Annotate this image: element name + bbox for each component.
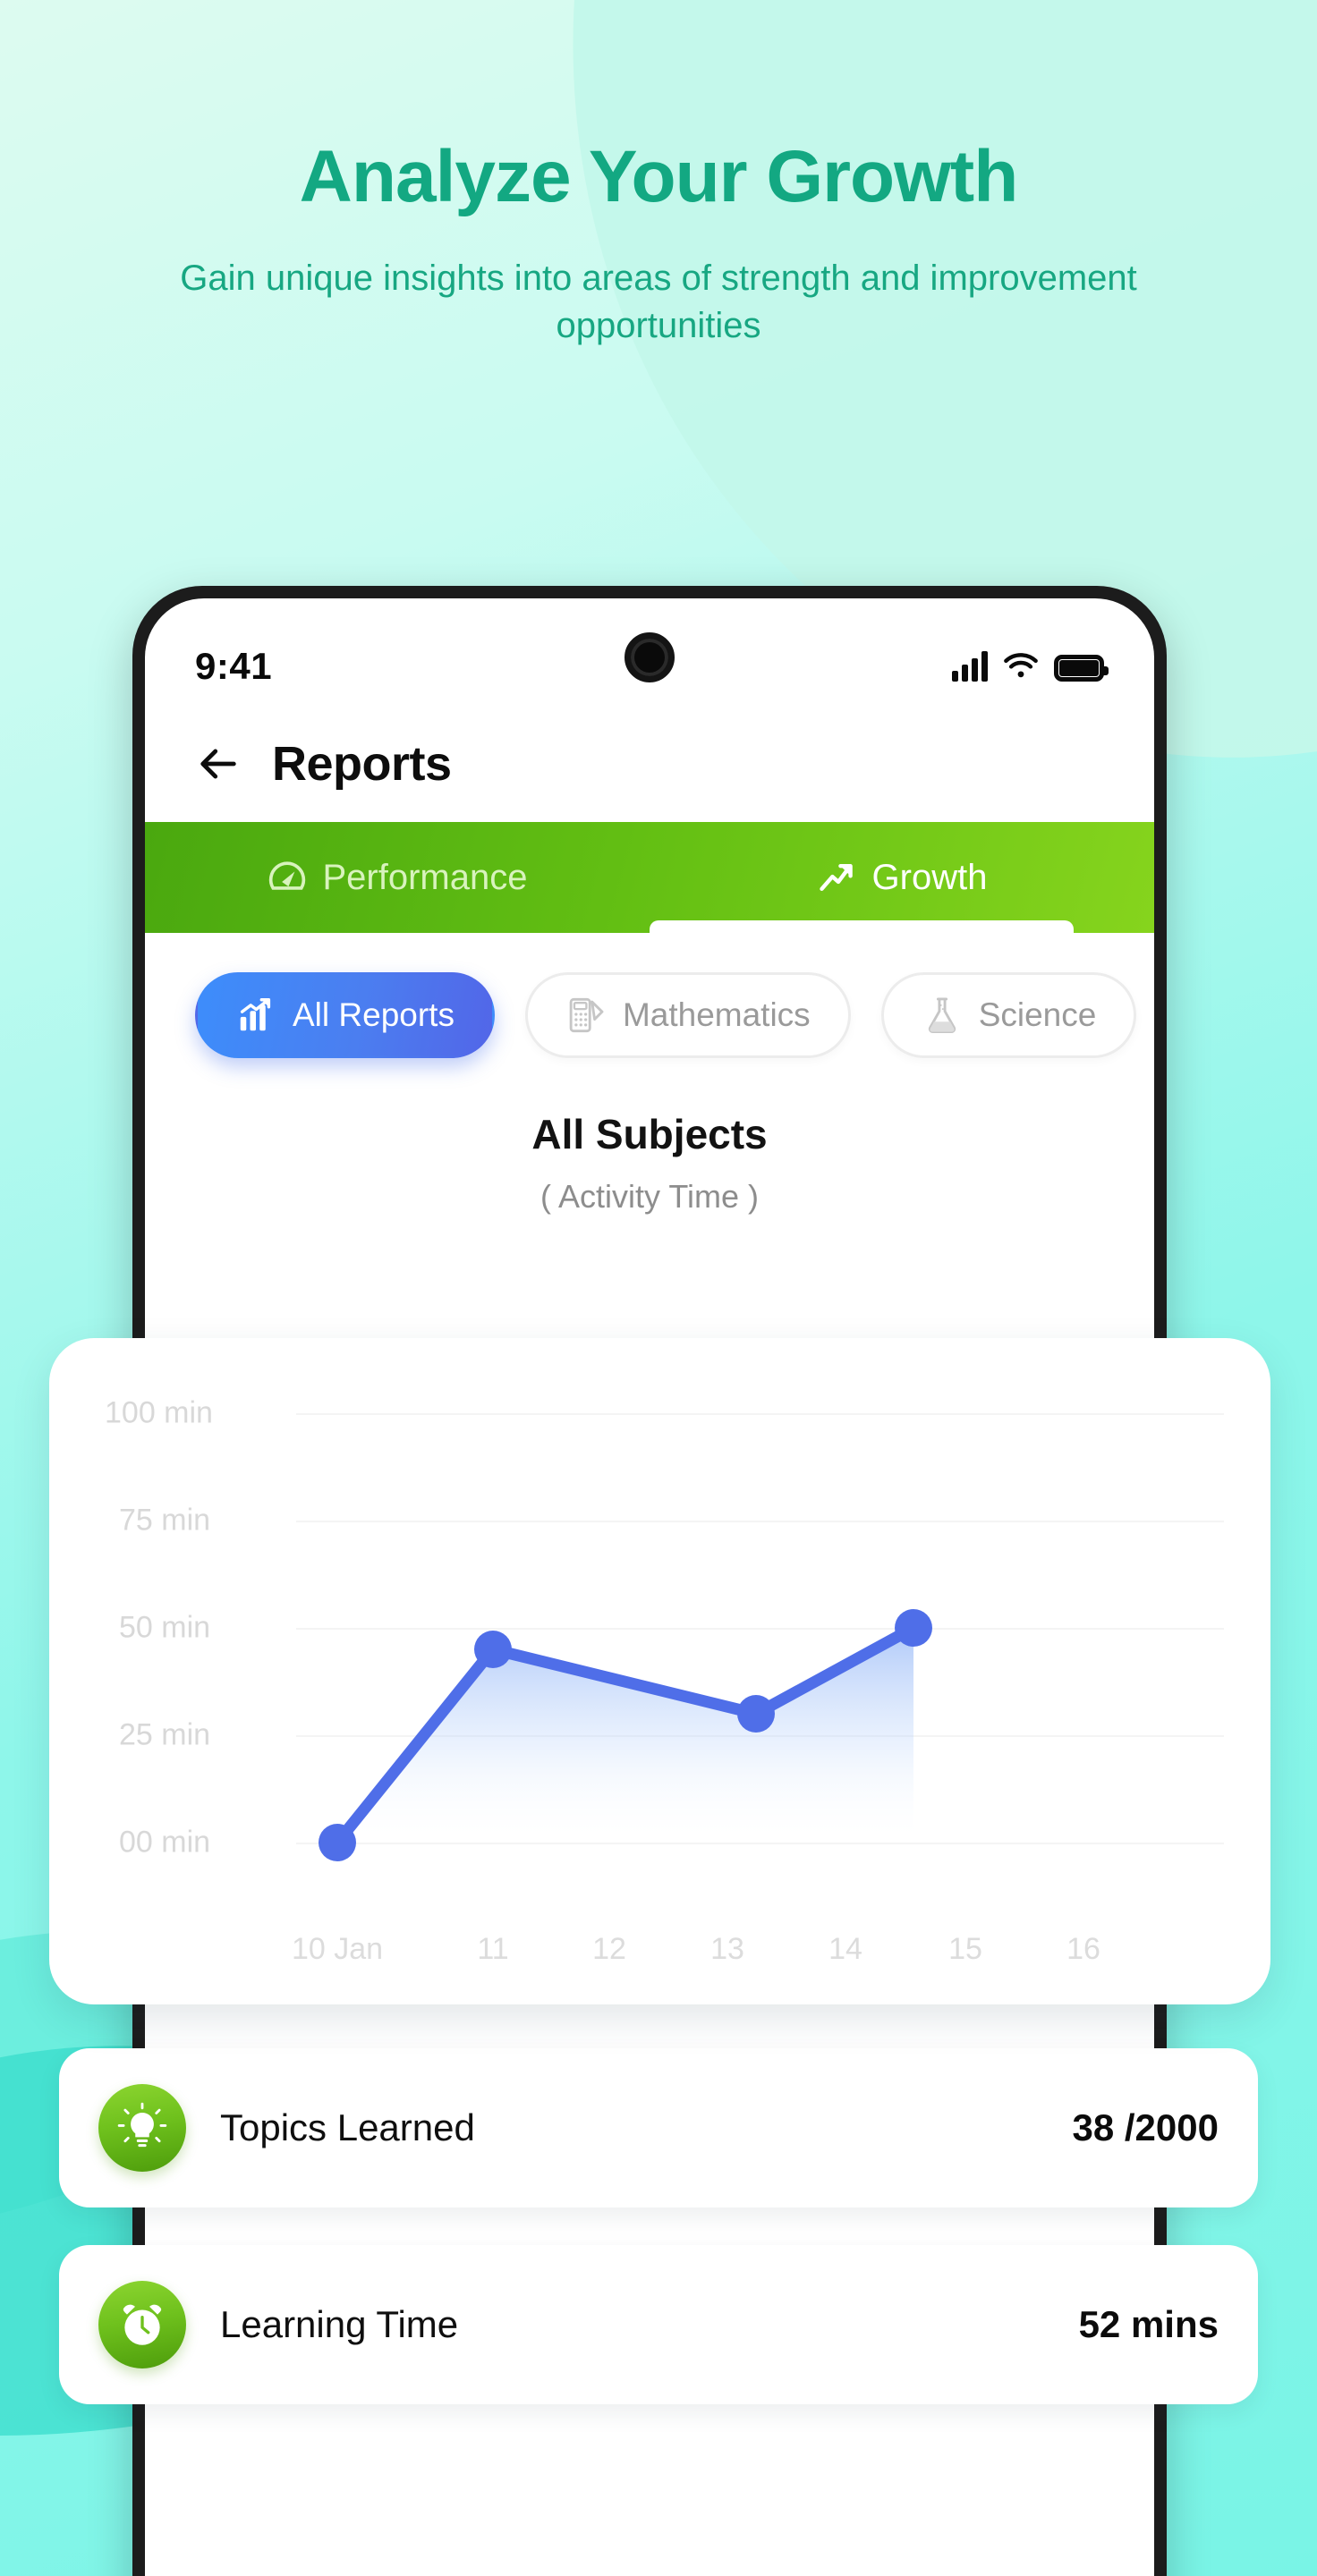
x-axis-label: 11	[477, 1932, 509, 1966]
calculator-icon	[569, 997, 604, 1033]
chart-point	[895, 1609, 932, 1647]
x-axis-label: 14	[828, 1932, 862, 1966]
stat-card-topics-learned[interactable]: Topics Learned 38 /2000	[59, 2048, 1258, 2207]
status-bar: 9:41	[145, 598, 1154, 716]
tab-bar: Performance Growth	[145, 822, 1154, 933]
x-axis-label: 13	[710, 1932, 744, 1966]
lightbulb-icon-badge	[98, 2084, 186, 2172]
page-title: Reports	[272, 737, 452, 791]
x-axis-label: 12	[592, 1932, 626, 1966]
signal-icon	[952, 651, 988, 682]
chart-point	[737, 1695, 775, 1733]
lightbulb-icon	[117, 2102, 167, 2148]
hero-title: Analyze Your Growth	[299, 136, 1019, 217]
x-axis-label: 16	[1066, 1932, 1100, 1966]
chart-up-icon	[240, 998, 271, 1031]
stat-label: Learning Time	[220, 2303, 459, 2345]
subject-subtitle: ( Activity Time )	[540, 1178, 760, 1215]
onboarding-screen: Analyze Your Growth Gain unique insights…	[0, 0, 1317, 2576]
tab-active-indicator	[650, 920, 1074, 933]
tab-growth-label: Growth	[871, 857, 988, 897]
flask-icon	[928, 997, 956, 1034]
tab-performance[interactable]: Performance	[145, 822, 650, 933]
trend-up-icon	[819, 863, 853, 892]
subject-header: All Subjects ( Activity Time )	[145, 1058, 1154, 1216]
app-header: Reports	[145, 716, 1154, 822]
status-time: 9:41	[195, 645, 273, 687]
alarm-clock-icon-badge	[98, 2281, 186, 2368]
chart-plot-area: 100 min 75 min 50 min 25 min 00 min 10 J…	[49, 1338, 1270, 2004]
subject-title: All Subjects	[531, 1111, 768, 1157]
stat-value: 52 mins	[1078, 2303, 1219, 2345]
camera-punchhole-icon	[625, 632, 675, 682]
stats-list: Topics Learned 38 /2000 Learning Time 52…	[0, 2048, 1317, 2442]
x-axis-label: 10 Jan	[291, 1932, 384, 1966]
alarm-clock-icon	[123, 2304, 162, 2345]
speedometer-icon	[268, 861, 305, 890]
stat-value: 38 /2000	[1072, 2106, 1219, 2148]
chip-mathematics-label: Mathematics	[622, 996, 811, 1033]
activity-chart-card: 100 min 75 min 50 min 25 min 00 min 10 J…	[49, 1338, 1270, 2004]
stat-label: Topics Learned	[220, 2106, 475, 2148]
chart-point	[319, 1824, 356, 1861]
tab-growth[interactable]: Growth	[650, 822, 1154, 933]
subject-filter-chips: All Reports Mathematics Science	[145, 933, 1154, 1058]
hero-section: Analyze Your Growth Gain unique insights…	[0, 134, 1317, 350]
hero-subtitle: Gain unique insights into areas of stren…	[180, 258, 1137, 345]
chart-point	[474, 1631, 512, 1668]
chip-all-reports-label: All Reports	[293, 996, 455, 1033]
line-chart-svg	[319, 1609, 932, 1861]
chip-all-reports[interactable]: All Reports	[195, 972, 495, 1058]
wifi-icon	[1004, 653, 1038, 678]
chip-science[interactable]: Science	[880, 972, 1137, 1058]
status-icons	[952, 651, 1109, 682]
chip-science-label: Science	[978, 996, 1097, 1033]
chip-mathematics[interactable]: Mathematics	[524, 972, 851, 1058]
x-axis-label: 15	[948, 1932, 982, 1966]
back-arrow-icon[interactable]	[195, 741, 242, 787]
tab-performance-label: Performance	[322, 857, 528, 897]
stat-card-learning-time[interactable]: Learning Time 52 mins	[59, 2245, 1258, 2404]
battery-icon	[1054, 655, 1109, 682]
